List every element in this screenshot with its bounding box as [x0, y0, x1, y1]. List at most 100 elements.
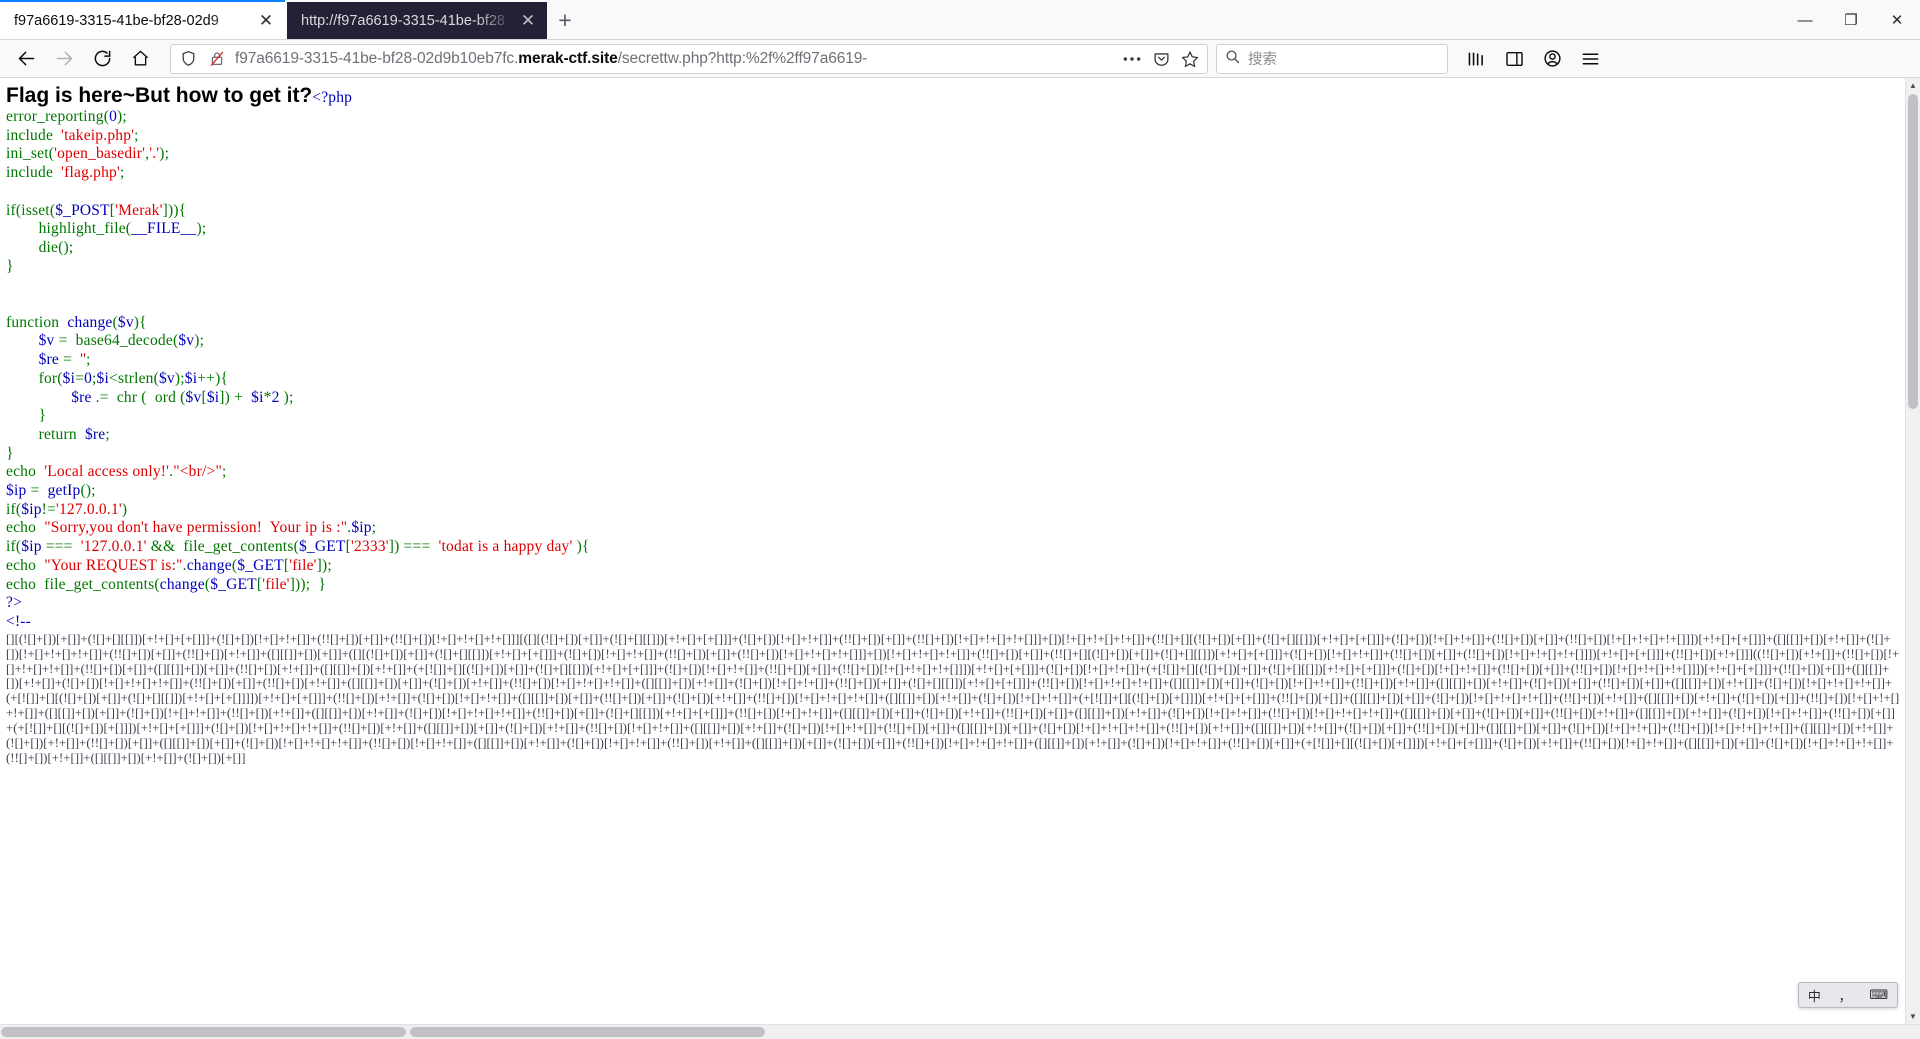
search-input[interactable]: 搜索 [1248, 48, 1277, 69]
code-token: ]); [316, 556, 332, 574]
horizontal-scrollbar-thumb-secondary[interactable] [410, 1027, 765, 1037]
shield-icon[interactable] [177, 50, 199, 67]
code-token: $ip [21, 500, 42, 518]
new-tab-button[interactable]: + [547, 2, 583, 39]
code-token: change [63, 313, 113, 331]
home-icon[interactable] [122, 43, 158, 75]
browser-tab-1[interactable]: f97a6619-3315-41be-bf28-02d9 ✕ [0, 2, 285, 39]
minimize-window-button[interactable]: — [1782, 0, 1828, 40]
horizontal-scrollbar-thumb[interactable] [1, 1027, 406, 1037]
ime-punctuation-icon[interactable]: ， [1839, 986, 1852, 1005]
close-tab-1-icon[interactable]: ✕ [253, 8, 279, 34]
url-host: merak-ctf.site [518, 49, 618, 67]
broken-lock-icon[interactable] [206, 50, 228, 67]
code-token: if [6, 201, 16, 219]
pocket-icon[interactable] [1150, 50, 1172, 67]
ime-indicator[interactable]: 中 ， ⌨ [1798, 982, 1898, 1008]
code-token: $v [158, 369, 175, 387]
code-token: $re [6, 351, 59, 369]
close-window-button[interactable]: ✕ [1874, 0, 1920, 40]
code-token: } [6, 444, 14, 462]
search-icon [1225, 49, 1240, 69]
reload-icon[interactable] [84, 43, 120, 75]
code-token: strlen [117, 369, 154, 387]
scroll-down-arrow-icon[interactable]: ▼ [1906, 1009, 1920, 1024]
code-token: getIp [43, 482, 81, 500]
code-token: $ip [6, 482, 27, 500]
code-token: ); [117, 108, 127, 125]
code-token: .= [91, 388, 113, 406]
url-suffix: /secrettw.php?http:%2f%2ff97a6619- [617, 49, 868, 67]
address-bar[interactable]: f97a6619-3315-41be-bf28-02d9b10eb7fc.mer… [170, 43, 1208, 74]
close-tab-2-icon[interactable]: ✕ [515, 8, 541, 34]
code-token: ; [105, 425, 110, 443]
code-token: die [6, 238, 59, 256]
code-token: ; [371, 519, 377, 537]
tab-strip: f97a6619-3315-41be-bf28-02d9 ✕ http://f9… [0, 0, 1920, 40]
code-token: = [75, 369, 85, 387]
code-token: error_reporting [6, 108, 104, 125]
code-token: include [6, 126, 58, 144]
browser-window: f97a6619-3315-41be-bf28-02d9 ✕ http://f9… [0, 0, 1920, 1039]
vertical-scrollbar[interactable]: ▲ ▼ [1905, 78, 1920, 1024]
code-token: 2 [271, 388, 280, 406]
code-token: "<br/>" [173, 463, 222, 481]
library-icon[interactable] [1458, 43, 1494, 75]
code-token: ( [137, 388, 151, 406]
code-token: $i [247, 388, 264, 406]
scroll-up-arrow-icon[interactable]: ▲ [1906, 78, 1920, 93]
code-token: != [41, 500, 56, 518]
code-token: '127.0.0.1' [55, 500, 122, 518]
code-token: $_GET [237, 556, 284, 574]
code-token: include [6, 164, 58, 182]
account-icon[interactable] [1534, 43, 1570, 75]
code-token: file_get_contents [179, 538, 294, 556]
ime-keyboard-icon[interactable]: ⌨ [1869, 987, 1888, 1003]
page-title: Flag is here~But how to get it? [6, 84, 313, 107]
hamburger-menu-icon[interactable] [1572, 43, 1608, 75]
browser-tab-2[interactable]: http://f97a6619-3315-41be-bf28 ✕ [287, 2, 547, 39]
heading-row: Flag is here~But how to get it?<?php err… [0, 78, 1905, 632]
code-token: 'Merak' [115, 201, 163, 219]
search-bar[interactable]: 搜索 [1216, 43, 1448, 74]
back-arrow-icon[interactable] [8, 43, 44, 75]
code-token: ); [159, 145, 170, 163]
code-token: $_GET [298, 538, 346, 556]
code-token: (); [80, 482, 96, 500]
code-token: $v [185, 388, 202, 406]
code-token: echo [6, 556, 41, 574]
star-icon[interactable] [1179, 50, 1201, 68]
code-token: isset [21, 201, 50, 219]
code-token: ini_set [6, 145, 49, 163]
code-token: ++){ [197, 369, 229, 387]
horizontal-scrollbar[interactable] [0, 1024, 1920, 1039]
code-token: $v [117, 313, 134, 331]
sidebar-icon[interactable] [1496, 43, 1532, 75]
code-token: $v [178, 332, 195, 350]
code-token: 0 [109, 108, 118, 125]
code-token: ); [194, 332, 205, 350]
code-token: ])); } [289, 575, 327, 593]
code-token: base64_decode [71, 332, 173, 350]
code-token: echo [6, 519, 41, 537]
ellipsis-icon[interactable] [1121, 56, 1143, 62]
code-token: echo [6, 575, 41, 593]
code-token: } [6, 407, 47, 425]
code-token: $_GET [210, 575, 257, 593]
code-token: 'open_basedir' [54, 145, 146, 163]
code-token: = [59, 351, 77, 369]
code-token: <?php [312, 89, 353, 106]
url-prefix: f97a6619-3315-41be-bf28-02d9b10eb7fc. [235, 49, 519, 67]
code-token: $ip [351, 519, 372, 537]
code-token: ( [176, 388, 186, 406]
code-token: = [54, 332, 72, 350]
maximize-window-button[interactable]: ❐ [1828, 0, 1874, 40]
code-token: ){ [572, 538, 590, 556]
code-token: ; [120, 164, 125, 182]
code-token: ?> [6, 594, 23, 612]
ime-language-label[interactable]: 中 [1808, 986, 1821, 1005]
code-token: * [263, 388, 272, 406]
vertical-scrollbar-thumb[interactable] [1908, 94, 1918, 409]
window-controls: — ❐ ✕ [1782, 0, 1920, 40]
code-token: $ip [21, 538, 42, 556]
